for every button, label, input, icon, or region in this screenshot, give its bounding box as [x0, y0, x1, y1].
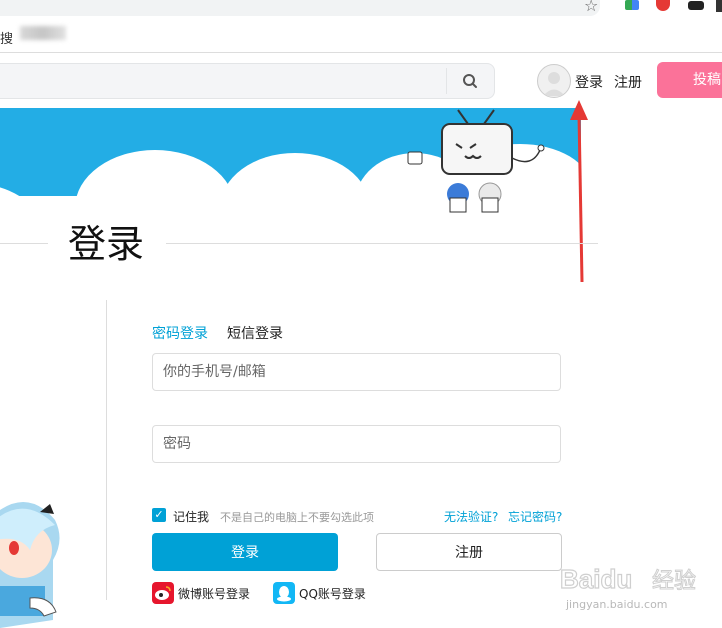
qq-login-link[interactable]: QQ账号登录: [299, 585, 366, 602]
title-divider: [166, 243, 598, 244]
cant-verify-link[interactable]: 无法验证?: [444, 508, 498, 525]
watermark-suffix: 经验: [652, 569, 696, 594]
remember-checkbox[interactable]: ✓: [152, 508, 166, 522]
address-bar[interactable]: [0, 0, 600, 16]
mascot-illustration: [0, 502, 60, 628]
tab-password-login[interactable]: 密码登录: [152, 323, 208, 343]
page-title: 登录: [68, 222, 145, 266]
login-banner: [0, 108, 722, 310]
header-login-link[interactable]: 登录: [575, 72, 603, 92]
search-icon: [463, 74, 477, 88]
title-divider: [0, 243, 48, 244]
extension-icon[interactable]: [716, 0, 722, 12]
login-button[interactable]: 登录: [152, 533, 338, 571]
annotation-arrow: [570, 100, 588, 283]
avatar[interactable]: [537, 64, 571, 98]
search-divider: [446, 68, 447, 94]
header-register-link[interactable]: 注册: [614, 72, 642, 92]
blurred-bookmark: [20, 26, 66, 40]
bookmark-item[interactable]: 搜: [0, 28, 13, 47]
phone-email-input[interactable]: [152, 353, 561, 391]
weibo-login-link[interactable]: 微博账号登录: [178, 585, 250, 602]
bookmark-star-icon[interactable]: ☆: [584, 0, 598, 15]
watermark-url: jingyan.baidu.com: [565, 598, 668, 611]
register-button[interactable]: 注册: [376, 533, 562, 571]
remember-label: 记住我: [173, 510, 210, 524]
extension-icon[interactable]: [688, 1, 704, 10]
password-input[interactable]: [152, 425, 561, 463]
upload-button[interactable]: 投稿: [657, 62, 722, 98]
watermark-brand: Baidu: [560, 564, 632, 594]
extension-icon[interactable]: [625, 0, 639, 10]
forgot-password-link[interactable]: 忘记密码?: [508, 508, 562, 525]
weibo-icon[interactable]: [152, 582, 174, 604]
tab-sms-login[interactable]: 短信登录: [227, 323, 283, 343]
site-search-input[interactable]: [0, 63, 495, 99]
qq-icon[interactable]: [273, 582, 295, 604]
remember-hint: 不是自己的电脑上不要勾选此项: [220, 511, 374, 524]
search-button[interactable]: [455, 69, 485, 93]
user-avatar-icon: [543, 72, 565, 96]
baidu-watermark: Baidu 经验 jingyan.baidu.com: [560, 563, 697, 611]
